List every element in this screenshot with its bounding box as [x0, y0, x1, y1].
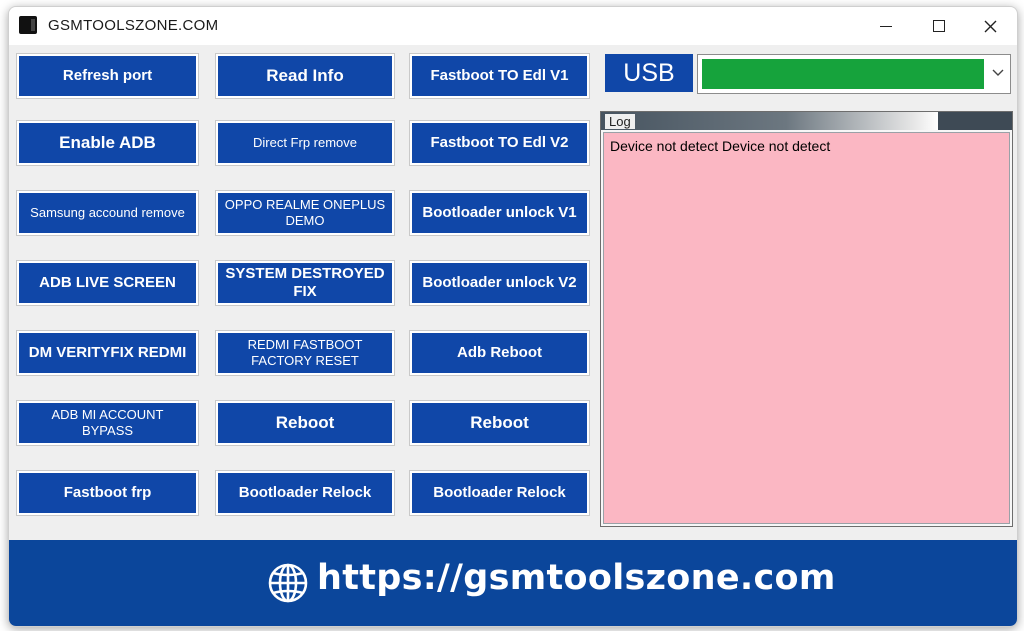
- chevron-down-icon[interactable]: [992, 69, 1004, 77]
- fastboot-to-edl-v1-button[interactable]: Fastboot TO Edl V1: [409, 53, 590, 99]
- app-window: GSMTOOLSZONE.COM Refresh port Enable ADB…: [8, 6, 1018, 627]
- reboot-button[interactable]: Reboot: [215, 400, 395, 446]
- log-header: Log: [601, 112, 1012, 130]
- title-bar: GSMTOOLSZONE.COM: [9, 7, 1017, 45]
- reboot-button-2[interactable]: Reboot: [409, 400, 590, 446]
- refresh-port-button[interactable]: Refresh port: [16, 53, 199, 99]
- usb-label: USB: [605, 54, 693, 92]
- direct-frp-remove-button[interactable]: Direct Frp remove: [215, 120, 395, 166]
- read-info-button[interactable]: Read Info: [215, 53, 395, 99]
- port-status-indicator: [702, 59, 984, 89]
- footer-banner: https://gsmtoolszone.com: [9, 540, 1017, 626]
- bootloader-relock-button[interactable]: Bootloader Relock: [215, 470, 395, 516]
- globe-icon: [268, 563, 308, 603]
- bootloader-unlock-v2-button[interactable]: Bootloader unlock V2: [409, 260, 590, 306]
- system-destroyed-fix-button[interactable]: SYSTEM DESTROYED FIX: [215, 260, 395, 306]
- log-text: Device not detect Device not detect: [610, 138, 831, 154]
- bootloader-unlock-v1-button[interactable]: Bootloader unlock V1: [409, 190, 590, 236]
- log-panel: Log Device not detect Device not detect: [600, 111, 1013, 527]
- window-title: GSMTOOLSZONE.COM: [48, 17, 219, 34]
- bootloader-relock-button-2[interactable]: Bootloader Relock: [409, 470, 590, 516]
- redmi-fastboot-factory-reset-button[interactable]: REDMI FASTBOOT FACTORY RESET: [215, 330, 395, 376]
- enable-adb-button[interactable]: Enable ADB: [16, 120, 199, 166]
- close-button[interactable]: [968, 13, 1014, 39]
- port-select[interactable]: [697, 54, 1011, 94]
- fastboot-frp-button[interactable]: Fastboot frp: [16, 470, 199, 516]
- app-icon: [19, 16, 37, 34]
- close-icon: [984, 20, 997, 33]
- maximize-button[interactable]: [916, 13, 962, 39]
- website-link[interactable]: https://gsmtoolszone.com: [317, 558, 836, 598]
- oppo-realme-oneplus-demo-button[interactable]: OPPO REALME ONEPLUS DEMO: [215, 190, 395, 236]
- samsung-account-remove-button[interactable]: Samsung accound remove: [16, 190, 199, 236]
- adb-mi-account-bypass-button[interactable]: ADB MI ACCOUNT BYPASS: [16, 400, 199, 446]
- log-title: Log: [605, 114, 635, 129]
- dm-verity-fix-button[interactable]: DM VERITYFIX REDMI: [16, 330, 199, 376]
- adb-live-screen-button[interactable]: ADB LIVE SCREEN: [16, 260, 199, 306]
- fastboot-to-edl-v2-button[interactable]: Fastboot TO Edl V2: [409, 120, 590, 166]
- adb-reboot-button[interactable]: Adb Reboot: [409, 330, 590, 376]
- minimize-button[interactable]: [864, 13, 910, 39]
- log-output[interactable]: Device not detect Device not detect: [603, 132, 1010, 524]
